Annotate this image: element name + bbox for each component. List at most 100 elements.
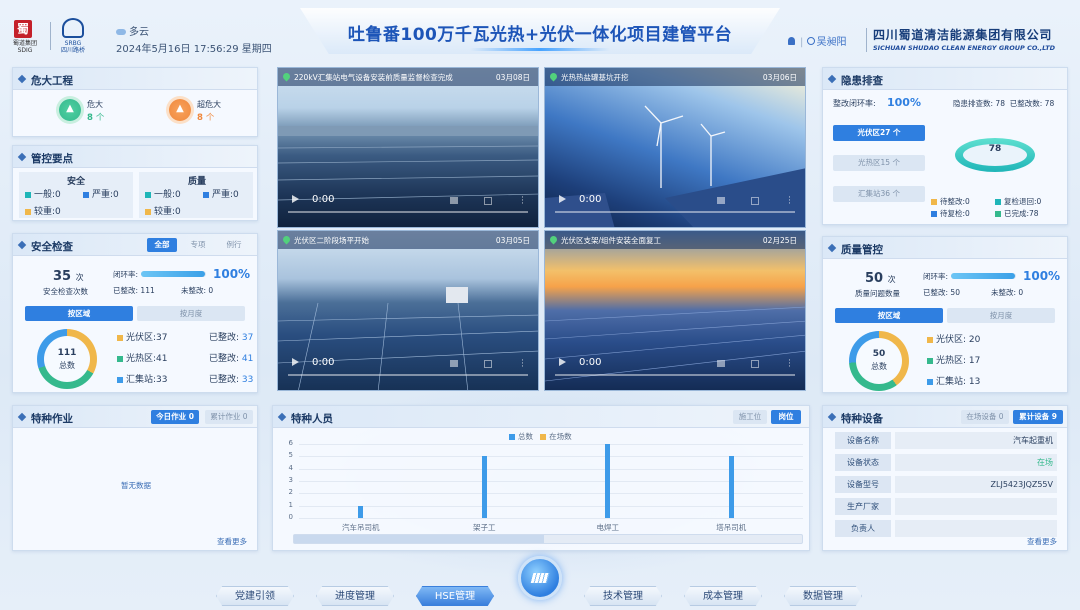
major-label: 危大 <box>87 100 103 109</box>
video-progress[interactable] <box>555 211 795 213</box>
tab-construction[interactable]: 施工位 <box>733 410 767 424</box>
company-divider <box>866 28 867 52</box>
more-icon[interactable]: · · · <box>521 357 524 372</box>
super-major-label: 超危大 <box>197 100 221 109</box>
user-menu[interactable]: | 吴昶阳 <box>788 33 847 48</box>
video-player[interactable]: 220kV汇集站电气设备安装前质量监督检查完成 03月08日 0:00 · · · <box>277 67 539 228</box>
fullscreen-icon[interactable] <box>484 360 492 368</box>
more-icon[interactable]: · · · <box>788 194 791 209</box>
special-equipment-panel: 特种设备 在场设备 0 累计设备 9 设备名称 汽车起重机 设备状态 在场 设备型号… <box>822 405 1068 551</box>
play-icon[interactable] <box>292 358 299 366</box>
srbg-logo-text: SRBG 四川路桥 <box>60 40 85 54</box>
volume-icon[interactable] <box>717 360 725 367</box>
video-time: 0:00 <box>312 194 335 205</box>
fullscreen-icon[interactable] <box>751 360 759 368</box>
tab-by-area[interactable]: 按区域 <box>25 306 133 321</box>
tab-by-month[interactable]: 按月度 <box>137 306 245 321</box>
hazard-panel: 隐患排查 整改闭环率: 100% 隐患排查数: 78 已整改数: 78 光伏区2… <box>822 67 1068 225</box>
quality-tab-area[interactable]: 按区域 <box>835 308 943 323</box>
view-more-link[interactable]: 查看更多 <box>1027 536 1057 547</box>
safety-check-panel: 安全检查 全部 专项 例行 35 次 安全检查次数 闭环率: 100% 已整改:… <box>12 233 258 393</box>
x-tick-label: 汽车吊司机 <box>342 523 380 532</box>
grid-line <box>299 444 803 445</box>
area-pv-button[interactable]: 光伏区27 个 <box>833 125 925 141</box>
fullscreen-icon[interactable] <box>484 197 492 205</box>
safety-general: 一般:0 <box>25 187 61 200</box>
volume-icon[interactable] <box>717 197 725 204</box>
panel-header: 质量管控 <box>823 237 1067 259</box>
legend-present: 在场数 <box>549 432 572 441</box>
datetime: 2024年5月16日 17:56:29 星期四 <box>116 44 272 55</box>
quality-rate-value: 100% <box>1023 269 1061 283</box>
play-icon[interactable] <box>559 358 566 366</box>
today-work-button[interactable]: 今日作业 0 <box>151 410 199 424</box>
logo-divider <box>50 22 51 50</box>
total-work-button[interactable]: 累计作业 0 <box>205 410 253 424</box>
company-name: 四川蜀道清洁能源集团有限公司 <box>873 28 1053 42</box>
video-date: 03月08日 <box>495 73 530 82</box>
tab-routine[interactable]: 例行 <box>219 238 249 252</box>
quality-area-row: 光伏区: 20 <box>927 332 980 345</box>
close-rate-value: 100% <box>213 267 251 281</box>
more-icon[interactable]: · · · <box>521 194 524 209</box>
volume-icon[interactable] <box>450 197 458 204</box>
play-icon[interactable] <box>559 195 566 203</box>
nav-progress[interactable]: 进度管理 <box>316 586 394 606</box>
play-icon[interactable] <box>292 195 299 203</box>
video-progress[interactable] <box>555 374 795 376</box>
fullscreen-icon[interactable] <box>751 197 759 205</box>
panel-title: 质量管控 <box>841 244 883 256</box>
total-equipment-button[interactable]: 累计设备 9 <box>1013 410 1063 424</box>
tab-position[interactable]: 岗位 <box>771 410 801 424</box>
video-progress[interactable] <box>288 211 528 213</box>
bell-icon[interactable] <box>788 37 795 45</box>
panel-title: 隐患排查 <box>841 75 883 87</box>
nav-tech[interactable]: 技术管理 <box>584 586 662 606</box>
check-count: 35 次 <box>53 269 84 284</box>
bar[interactable] <box>358 505 364 518</box>
quality-count-label: 质量问题数量 <box>855 289 900 298</box>
video-date: 02月25日 <box>762 236 797 245</box>
video-progress[interactable] <box>288 374 528 376</box>
panel-title: 安全检查 <box>31 241 73 253</box>
rectified: 已整改: 111 <box>113 286 155 295</box>
quality-donut-label: 总数 <box>871 362 887 371</box>
area-thermal-button[interactable]: 光热区15 个 <box>833 155 925 171</box>
diamond-icon <box>827 243 837 253</box>
chart-scrollbar[interactable] <box>293 534 803 544</box>
location-pin-icon <box>548 234 559 245</box>
nav-party[interactable]: 党建引领 <box>216 586 294 606</box>
home-globe-button[interactable] <box>518 556 562 600</box>
quality-tab-month[interactable]: 按月度 <box>947 308 1055 323</box>
diamond-icon <box>17 412 27 422</box>
volume-icon[interactable] <box>450 360 458 367</box>
diamond-icon <box>17 240 27 250</box>
nav-hse[interactable]: HSE管理 <box>416 586 494 606</box>
sdig-logo: 蜀 <box>14 20 32 38</box>
more-icon[interactable]: · · · <box>788 357 791 372</box>
area-row: 汇集站:33 <box>117 372 168 385</box>
grid-line <box>299 493 803 495</box>
video-player[interactable]: 光伏区支架/组件安装全面复工 02月25日 0:00 · · · <box>544 230 806 391</box>
video-player[interactable]: 光热热盐罐基坑开挖 03月06日 0:00 · · · <box>544 67 806 228</box>
donut-label: 总数 <box>59 361 75 370</box>
video-player[interactable]: 光伏区二阶段场平开始 03月05日 0:00 · · · <box>277 230 539 391</box>
area-station-button[interactable]: 汇集站36 个 <box>833 186 925 202</box>
onsite-equipment-button[interactable]: 在场设备 0 <box>961 410 1009 424</box>
bar[interactable] <box>728 456 734 518</box>
diamond-icon <box>17 152 27 162</box>
tab-special[interactable]: 专项 <box>183 238 213 252</box>
nav-data[interactable]: 数据管理 <box>784 586 862 606</box>
bar[interactable] <box>605 444 611 518</box>
donut-value: 111 <box>57 348 77 358</box>
video-controls: 0:00 · · · <box>545 350 805 390</box>
video-title: 220kV汇集站电气设备安装前质量监督检查完成 <box>294 73 453 82</box>
chart-legend: 总数 在场数 <box>509 431 572 442</box>
user-name[interactable]: 吴昶阳 <box>817 37 847 48</box>
view-more-link[interactable]: 查看更多 <box>217 536 247 547</box>
hazard-donut-value: 78 <box>988 144 1002 154</box>
chart-scroll-thumb[interactable] <box>294 535 544 543</box>
bar[interactable] <box>481 456 487 518</box>
nav-cost[interactable]: 成本管理 <box>684 586 762 606</box>
tab-all[interactable]: 全部 <box>147 238 177 252</box>
